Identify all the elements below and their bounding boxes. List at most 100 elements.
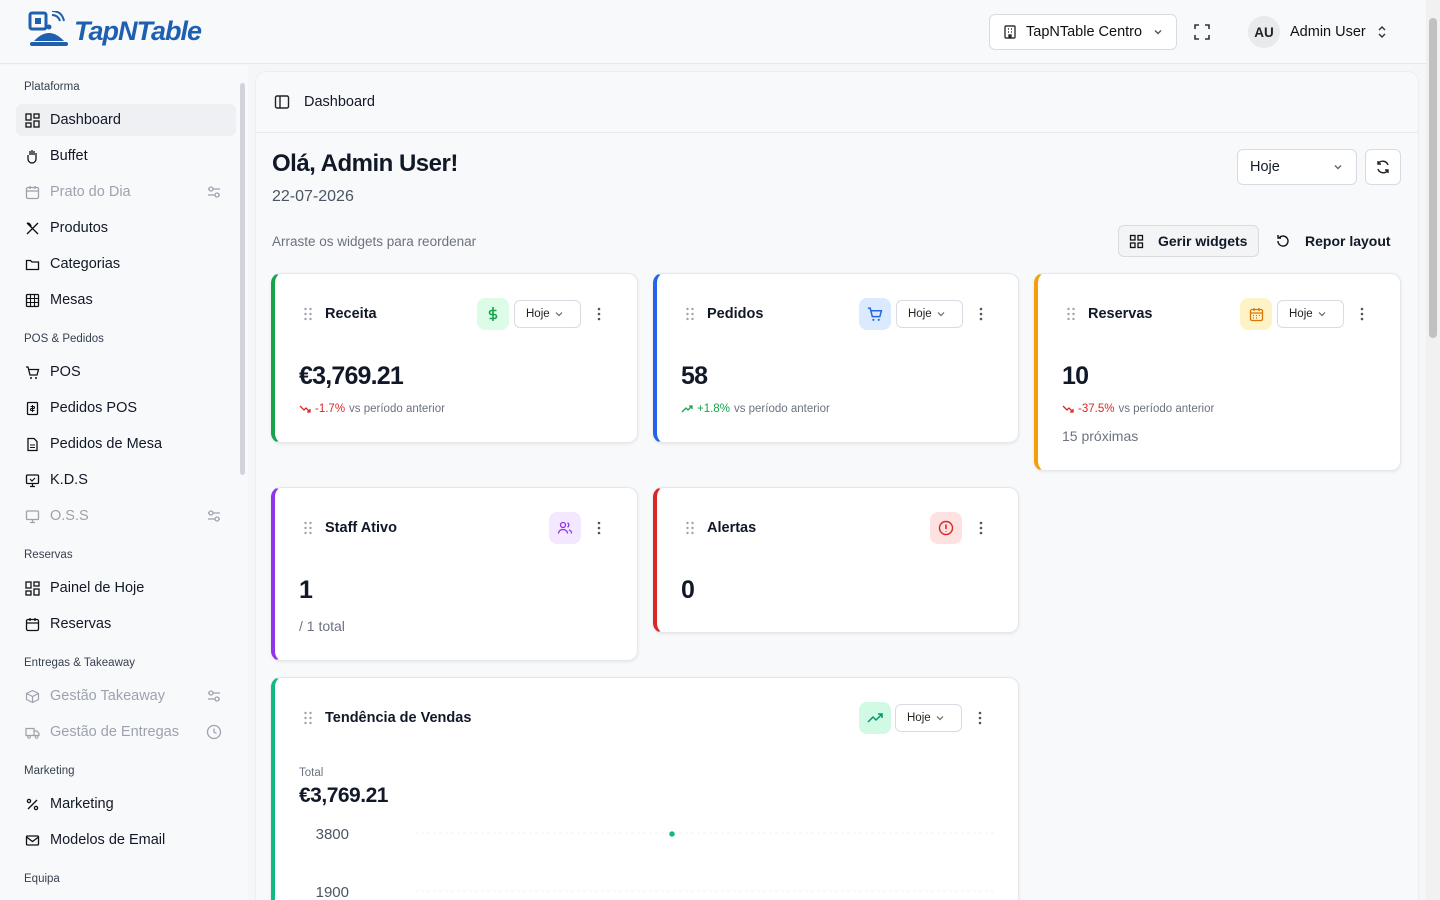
grid-icon: [24, 580, 40, 596]
more-vertical-icon[interactable]: [979, 306, 983, 322]
widget-receita[interactable]: Receita Hoje €3,769.21 -1.7% vs período …: [271, 273, 638, 443]
widget-period-label: Hoje: [526, 308, 550, 320]
chevron-down-icon: [1334, 165, 1342, 170]
delta-value: -1.7%: [315, 403, 346, 415]
table-icon: [24, 292, 40, 308]
drag-handle-icon[interactable]: [303, 307, 313, 321]
sidebar-item-label: Mesas: [50, 292, 93, 308]
sidebar-item-prato-do-dia[interactable]: Prato do Dia: [16, 176, 236, 208]
more-vertical-icon[interactable]: [979, 520, 983, 536]
drag-handle-icon[interactable]: [1066, 307, 1076, 321]
breadcrumb: Dashboard: [256, 72, 1418, 133]
widget-period-select[interactable]: Hoje: [1277, 300, 1344, 328]
sidebar-item-modelos-de-email[interactable]: Modelos de Email: [16, 824, 236, 856]
sidebar-item-reservas[interactable]: Reservas: [16, 608, 236, 640]
logo-icon: [28, 11, 68, 46]
trending-down-icon: [299, 405, 311, 413]
percent-icon: [24, 796, 40, 812]
sidebar-item-label: Buffet: [50, 148, 88, 164]
sidebar-item-label: Reservas: [50, 616, 112, 632]
section-title: POS & Pedidos: [24, 333, 104, 345]
drag-handle-icon[interactable]: [685, 307, 695, 321]
widget-pedidos[interactable]: Pedidos Hoje 58 +1.8% vs período anterio…: [653, 273, 1019, 443]
monitor-icon: [24, 508, 40, 524]
section-title: Plataforma: [24, 81, 80, 93]
page-title: Olá, Admin User!: [272, 150, 458, 177]
widget-period-select[interactable]: Hoje: [514, 300, 581, 328]
delta-value: -37.5%: [1078, 403, 1115, 415]
reset-layout-label: Repor layout: [1305, 233, 1391, 249]
widget-value: €3,769.21: [299, 362, 404, 390]
staff-total: / 1 total: [299, 618, 345, 634]
location-select[interactable]: TapNTable Centro: [989, 14, 1177, 50]
sidebar-item-categorias[interactable]: Categorias: [16, 248, 236, 280]
calendar-icon: [1240, 298, 1272, 330]
settings-sliders-icon[interactable]: [206, 184, 222, 200]
widget-alertas[interactable]: Alertas 0: [653, 487, 1019, 633]
calendar-icon: [24, 616, 40, 632]
section-title: Equipa: [24, 873, 60, 885]
sidebar-item-label: Marketing: [50, 796, 114, 812]
sidebar-item-dashboard[interactable]: Dashboard: [16, 104, 236, 136]
manage-widgets-button[interactable]: Gerir widgets: [1118, 225, 1259, 257]
sidebar-item-label: Dashboard: [50, 112, 121, 128]
drag-handle-icon[interactable]: [685, 521, 695, 535]
widget-reservas[interactable]: Reservas Hoje 10 -37.5% vs período anter…: [1034, 273, 1401, 471]
sidebar-item-painel-de-hoje[interactable]: Painel de Hoje: [16, 572, 236, 604]
widget-period-select[interactable]: Hoje: [896, 300, 963, 328]
chart-data-point[interactable]: [667, 829, 677, 839]
sidebar-item-produtos[interactable]: Produtos: [16, 212, 236, 244]
sidebar-item-pedidos-pos[interactable]: Pedidos POS: [16, 392, 236, 424]
clock-icon[interactable]: [206, 724, 222, 740]
widget-title: Reservas: [1088, 306, 1153, 322]
sidebar-item-marketing[interactable]: Marketing: [16, 788, 236, 820]
scrollbar-thumb[interactable]: [1429, 18, 1437, 338]
widget-title: Staff Ativo: [325, 520, 397, 536]
sidebar-item-label: Produtos: [50, 220, 109, 236]
widget-tendencia-de-vendas[interactable]: Tendência de Vendas Hoje Total €3,769.21…: [271, 677, 1019, 900]
brand-logo[interactable]: TapNTable: [28, 11, 202, 51]
fullscreen-icon[interactable]: [1192, 22, 1212, 42]
more-vertical-icon[interactable]: [597, 520, 601, 536]
sidebar-item-kds[interactable]: K.D.S: [16, 464, 236, 496]
widget-title: Receita: [325, 306, 377, 322]
cart-icon: [24, 364, 40, 380]
refresh-button[interactable]: [1365, 149, 1401, 185]
period-select[interactable]: Hoje: [1237, 149, 1357, 185]
period-label: Hoje: [1250, 159, 1280, 175]
reorder-hint: Arraste os widgets para reordenar: [272, 234, 477, 249]
location-label: TapNTable Centro: [1026, 24, 1143, 40]
chevron-down-icon: [555, 312, 563, 317]
sidebar-item-gestao-de-entregas[interactable]: Gestão de Entregas: [16, 716, 236, 748]
sidebar-item-pedidos-de-mesa[interactable]: Pedidos de Mesa: [16, 428, 236, 460]
sidebar-toggle-icon[interactable]: [274, 94, 290, 110]
page-scrollbar[interactable]: [1426, 0, 1440, 900]
sidebar-item-pos[interactable]: POS: [16, 356, 236, 388]
sidebar-item-mesas[interactable]: Mesas: [16, 284, 236, 316]
mail-icon: [24, 832, 40, 848]
more-vertical-icon[interactable]: [597, 306, 601, 322]
sidebar-scrollbar[interactable]: [240, 83, 245, 475]
user-name: Admin User: [1290, 24, 1366, 40]
settings-sliders-icon[interactable]: [206, 508, 222, 524]
sidebar-item-label: O.S.S: [50, 508, 89, 524]
reset-layout-button[interactable]: Repor layout: [1275, 225, 1391, 257]
manage-widgets-label: Gerir widgets: [1158, 233, 1248, 249]
widget-period-label: Hoje: [908, 308, 932, 320]
chart-y-tick: 3800: [316, 826, 349, 843]
section-title: Entregas & Takeaway: [24, 657, 136, 669]
trending-down-icon: [1062, 405, 1074, 413]
user-menu[interactable]: AU Admin User: [1248, 16, 1388, 48]
sidebar-item-gestao-takeaway[interactable]: Gestão Takeaway: [16, 680, 236, 712]
more-vertical-icon[interactable]: [1360, 306, 1364, 322]
settings-sliders-icon[interactable]: [206, 688, 222, 704]
widget-staff-ativo[interactable]: Staff Ativo 1 / 1 total: [271, 487, 638, 661]
sidebar-item-oss[interactable]: O.S.S: [16, 500, 236, 532]
document-icon: [24, 436, 40, 452]
sidebar-item-buffet[interactable]: Buffet: [16, 140, 236, 172]
box-icon: [24, 688, 40, 704]
section-title: Reservas: [24, 549, 73, 561]
drag-handle-icon[interactable]: [303, 521, 313, 535]
grid-icon: [1129, 234, 1144, 248]
chevron-down-icon: [937, 312, 945, 317]
